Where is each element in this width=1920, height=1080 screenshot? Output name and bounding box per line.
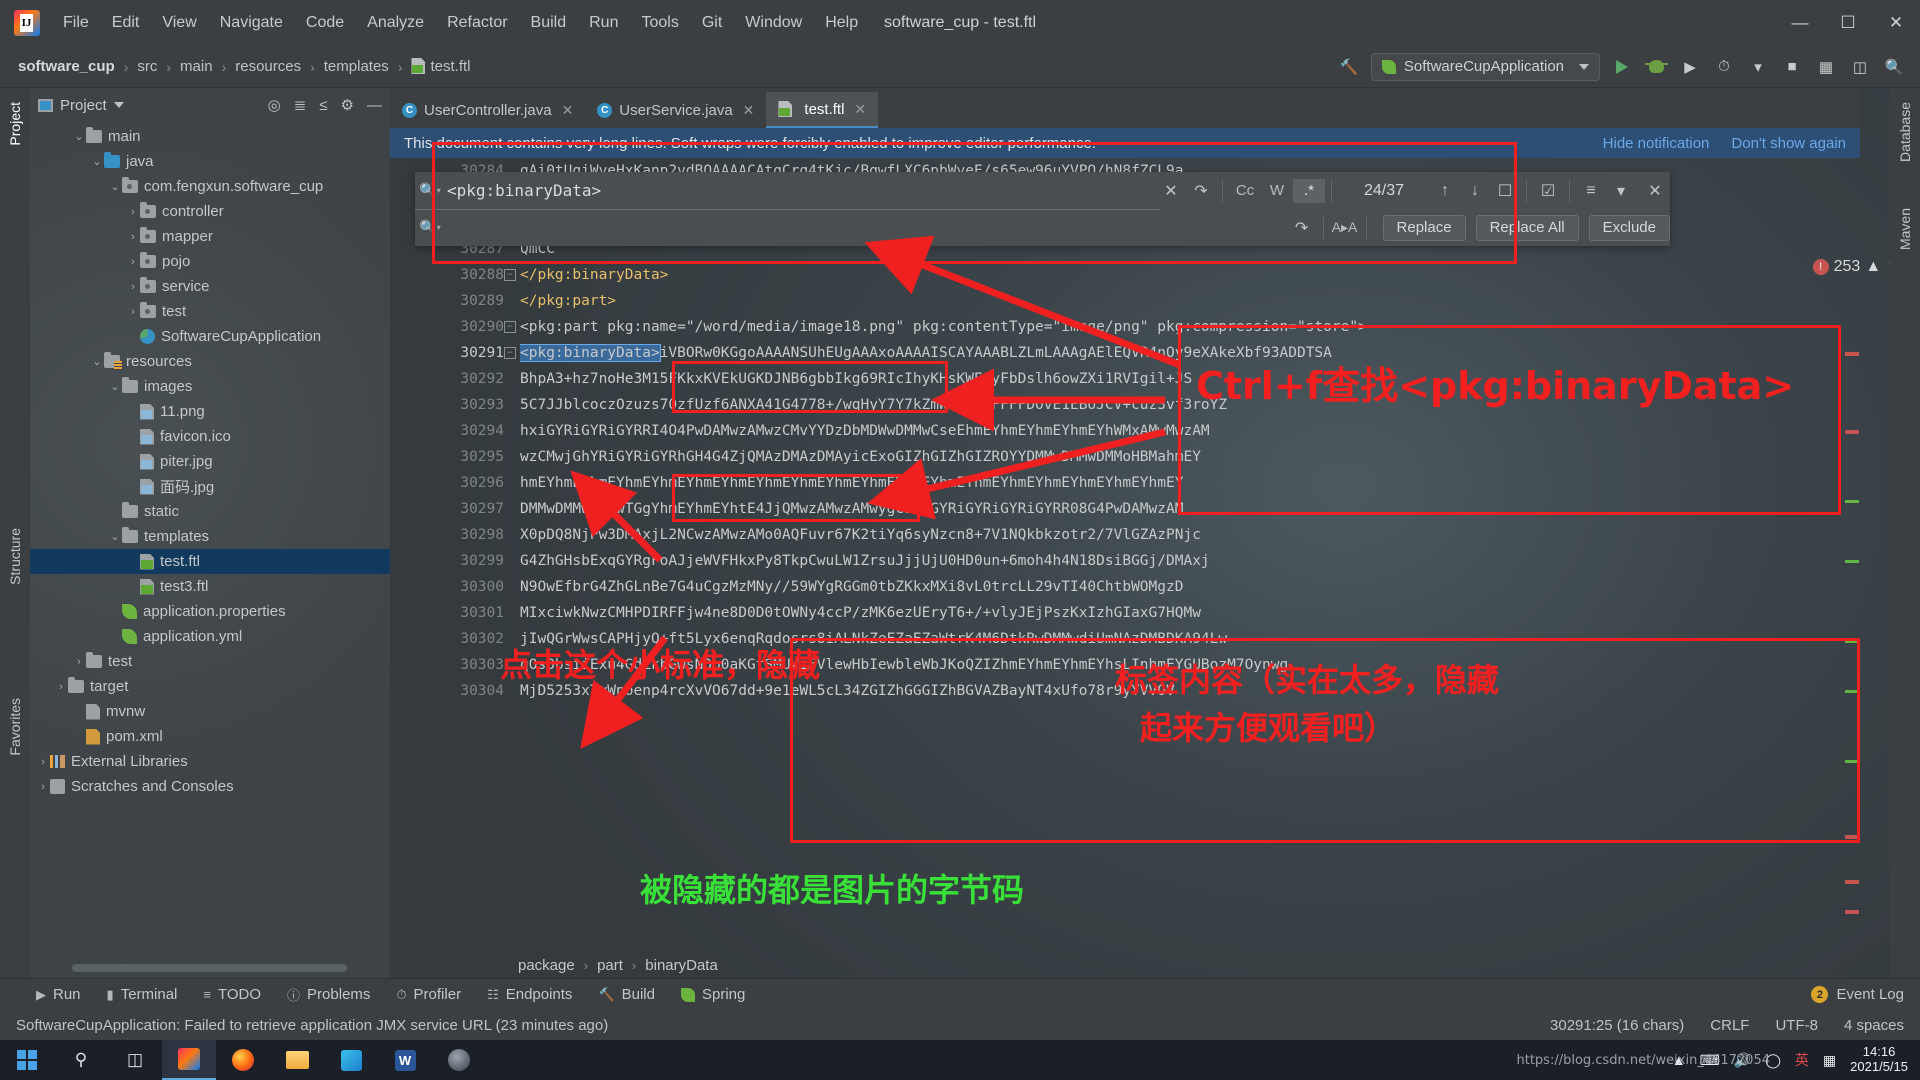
annotation-click-label-1: 点击这个小标准，隐藏 bbox=[500, 640, 820, 686]
intellij-window: IJ File Edit View Navigate Code Analyze … bbox=[0, 0, 1920, 1080]
annotation-arrows bbox=[0, 0, 1920, 1080]
annotation-click-label-3: 起来方便观看吧） bbox=[1140, 703, 1396, 749]
annotation-click-label-2: 标签内容（实在太多，隐藏 bbox=[1115, 655, 1499, 701]
watermark: https://blog.csdn.net/weixin_46172054 bbox=[1516, 1053, 1770, 1068]
annotation-find-label: Ctrl+f查找<pkg:binaryData> bbox=[1196, 355, 1794, 410]
annotation-green-label: 被隐藏的都是图片的字节码 bbox=[640, 865, 1024, 911]
